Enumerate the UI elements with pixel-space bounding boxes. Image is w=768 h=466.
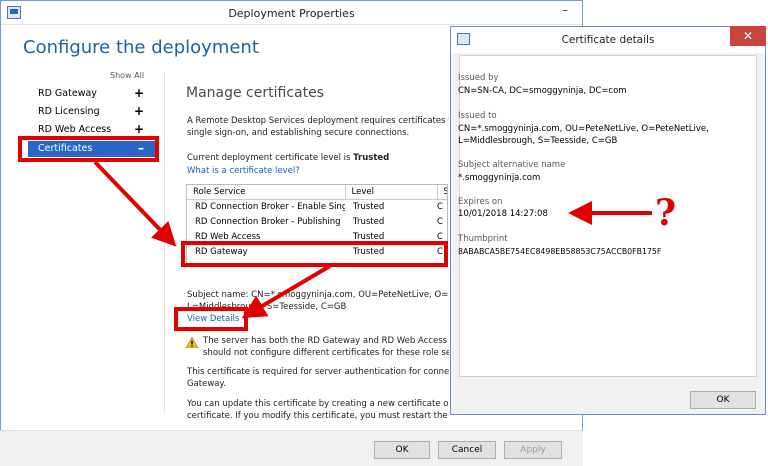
question-mark: ?: [655, 192, 677, 234]
arrow-to-view-details: [241, 264, 332, 319]
annotation-arrows: [93, 160, 652, 319]
arrow-to-gateway-row: [93, 160, 177, 247]
